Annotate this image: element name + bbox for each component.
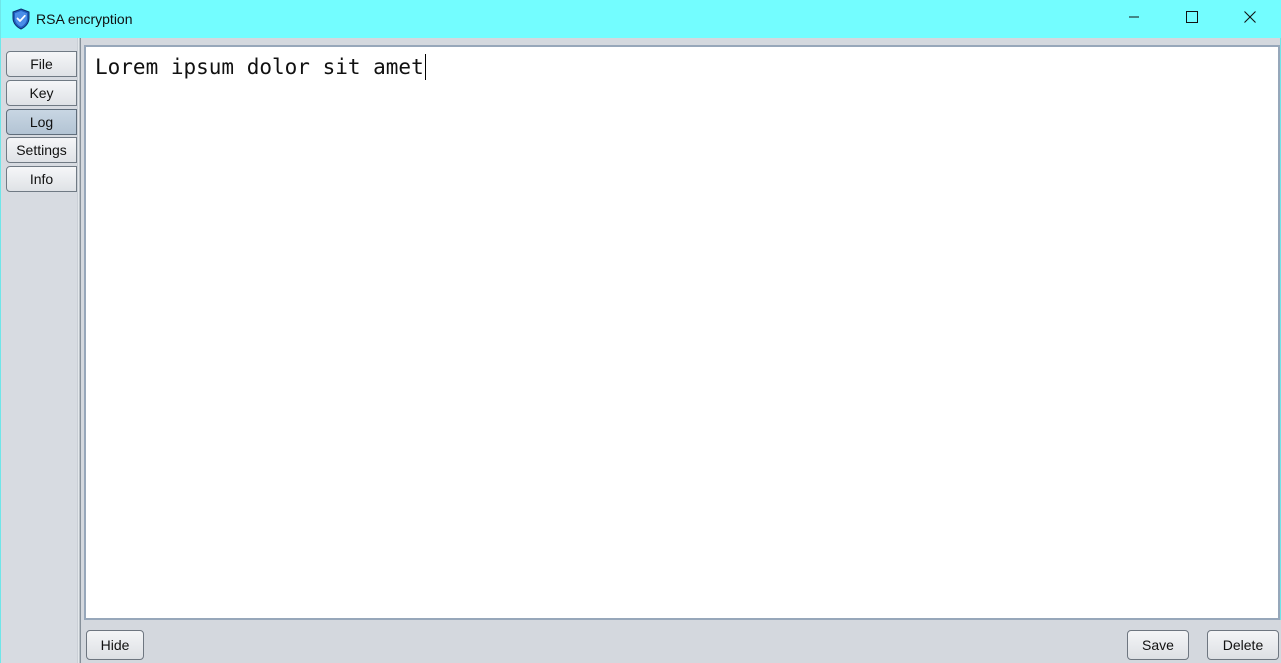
delete-button[interactable]: Delete [1207, 630, 1279, 660]
sidebar-item-log[interactable]: Log [6, 109, 77, 135]
sidebar-item-label: Settings [16, 142, 67, 158]
sidebar-item-settings[interactable]: Settings [6, 137, 77, 163]
hide-button[interactable]: Hide [86, 630, 144, 660]
sidebar-item-label: Key [29, 85, 54, 101]
log-text: Lorem ipsum dolor sit amet [95, 55, 424, 79]
log-text-content: Lorem ipsum dolor sit amet [95, 54, 426, 80]
bottom-toolbar [81, 620, 1281, 663]
maximize-icon [1186, 10, 1198, 28]
hide-button-label: Hide [100, 637, 130, 653]
maximize-button[interactable] [1163, 0, 1221, 38]
save-button-label: Save [1142, 637, 1174, 653]
sidebar-item-label: Log [29, 114, 54, 130]
close-icon [1244, 10, 1256, 28]
sidebar-item-label: File [30, 56, 53, 72]
delete-button-label: Delete [1222, 637, 1264, 653]
minimize-icon [1128, 10, 1140, 28]
sidebar-item-label: Info [29, 171, 54, 187]
sidebar-item-key[interactable]: Key [6, 80, 77, 106]
sidebar-item-info[interactable]: Info [6, 166, 77, 192]
sidebar-item-file[interactable]: File [6, 51, 77, 77]
title-bar[interactable]: RSA encryption [1, 0, 1281, 38]
app-window: RSA encryption File Key Log Settings Inf… [0, 0, 1281, 663]
save-button[interactable]: Save [1127, 630, 1189, 660]
shield-check-icon [11, 8, 31, 30]
text-caret [424, 54, 426, 80]
minimize-button[interactable] [1105, 0, 1163, 38]
close-button[interactable] [1221, 0, 1279, 38]
log-text-area[interactable]: Lorem ipsum dolor sit amet [84, 45, 1280, 620]
sidebar-splitter[interactable] [77, 38, 81, 663]
window-title: RSA encryption [36, 11, 133, 27]
